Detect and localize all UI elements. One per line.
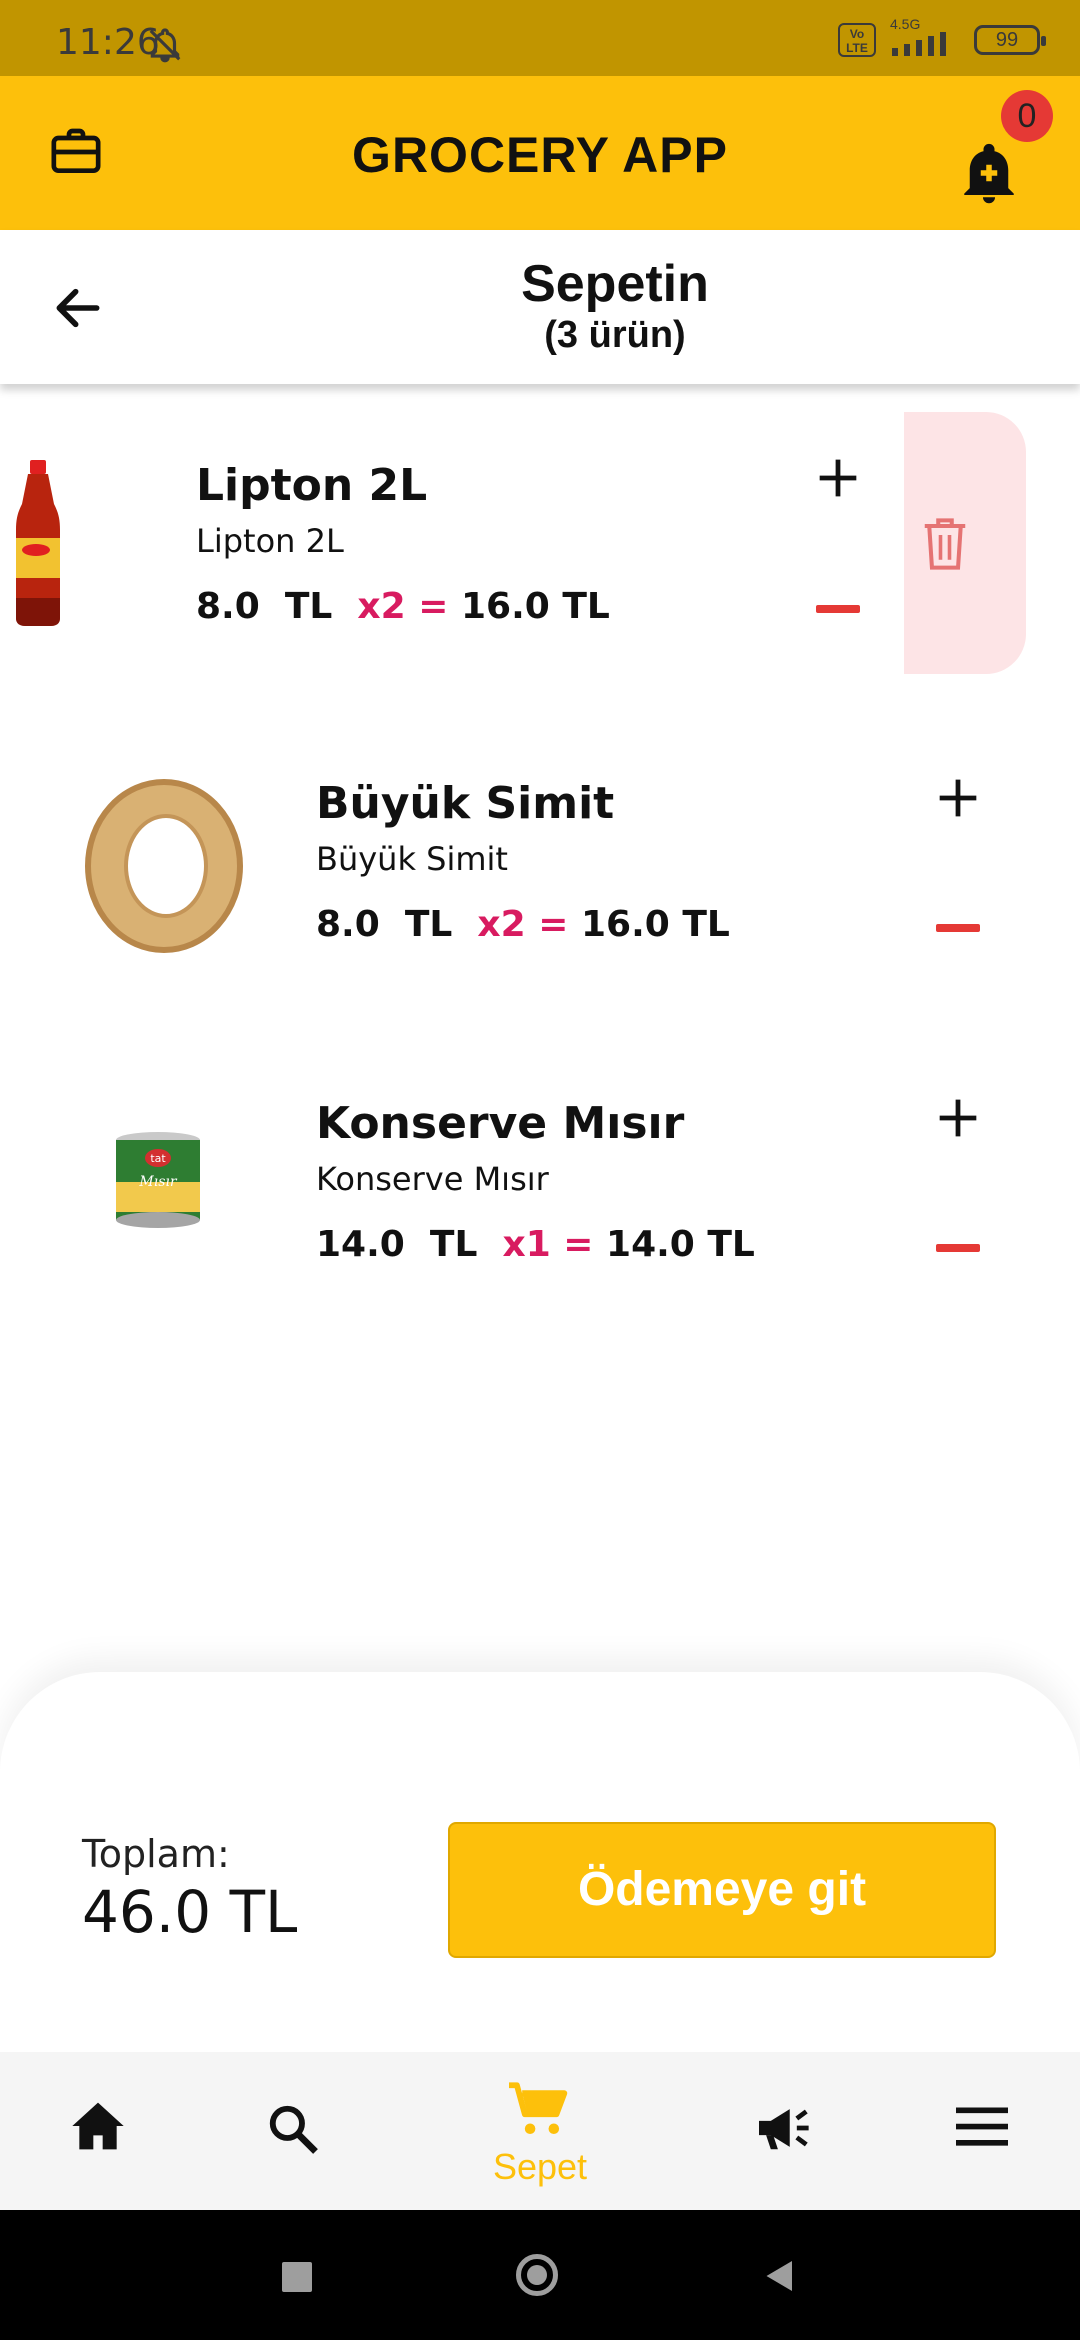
item-name: Konserve Mısır [316,1098,685,1149]
item-description: Büyük Simit [316,840,508,878]
menu-icon[interactable] [956,2106,1008,2148]
signal-icon: 4.5G [890,16,960,58]
item-description: Lipton 2L [196,522,344,560]
checkout-panel: Toplam: 46.0 TL Ödemeye git [0,1672,1080,2052]
equals-sign: = [563,1224,594,1265]
home-icon[interactable] [70,2100,126,2152]
trash-icon[interactable] [918,514,972,574]
battery-icon: 99 [974,25,1046,55]
line-total: 16.0 TL [580,904,730,945]
back-system-button[interactable] [762,2258,798,2294]
cart-title: Sepetin [521,255,709,313]
item-quantity: x1 [502,1224,551,1265]
line-total: 14.0 TL [606,1224,755,1265]
unit-price: 14.0 TL [316,1224,478,1265]
recent-apps-button[interactable] [282,2262,312,2292]
item-price-line: 14.0 TL x1 = 14.0 TL [316,1224,755,1265]
app-title: GROCERY APP [352,127,728,183]
item-description: Konserve Mısır [316,1160,549,1198]
simit-image [85,779,243,953]
cart-item-count: (3 ürün) [544,314,686,356]
total-value: 46.0 TL [82,1878,298,1946]
volte-icon: Vo LTE [838,23,876,57]
increase-quantity-button[interactable] [936,1096,980,1140]
item-price-line: 8.0 TL x2 = 16.0 TL [196,586,610,627]
app-bar: GROCERY APP 0 [0,76,1080,230]
search-icon[interactable] [266,2102,320,2156]
lipton-bottle-image [16,460,60,626]
item-name: Büyük Simit [316,778,615,829]
notification-bell-icon[interactable] [956,138,1022,208]
increase-quantity-button[interactable] [816,456,860,500]
decrease-quantity-button[interactable] [816,605,860,613]
home-system-button[interactable] [516,2254,558,2296]
can-product-text: Mısır [138,1174,177,1190]
status-time: 11:26 [56,22,160,63]
item-price-line: 8.0 TL x2 = 16.0 TL [316,904,730,945]
equals-sign: = [418,586,449,627]
can-brand-text: tat [150,1152,166,1165]
notification-badge: 0 [1001,90,1053,142]
checkout-button[interactable]: Ödemeye git [448,1822,996,1958]
system-nav-bar [0,2210,1080,2340]
equals-sign: = [538,904,569,945]
corn-can-image: tat Mısır [116,1132,200,1228]
nav-label-sepet[interactable]: Sepet [490,2146,590,2188]
decrease-quantity-button[interactable] [936,1244,980,1252]
line-total: 16.0 TL [460,586,610,627]
cart-icon[interactable] [506,2080,570,2138]
megaphone-icon[interactable] [754,2102,816,2154]
bell-off-icon [149,28,181,63]
unit-price: 8.0 TL [196,586,333,627]
status-bar: 11:26 Vo LTE 4.5G 99 [0,0,1080,76]
item-quantity: x2 [357,586,406,627]
unit-price: 8.0 TL [316,904,453,945]
item-quantity: x2 [477,904,526,945]
item-name: Lipton 2L [196,460,428,511]
status-icons: Vo LTE 4.5G 99 [838,16,1046,60]
decrease-quantity-button[interactable] [936,924,980,932]
bottom-nav: Sepet [0,2052,1080,2210]
increase-quantity-button[interactable] [936,776,980,820]
cart-header: Sepetin (3 ürün) [0,230,1080,384]
total-label: Toplam: [82,1832,230,1876]
